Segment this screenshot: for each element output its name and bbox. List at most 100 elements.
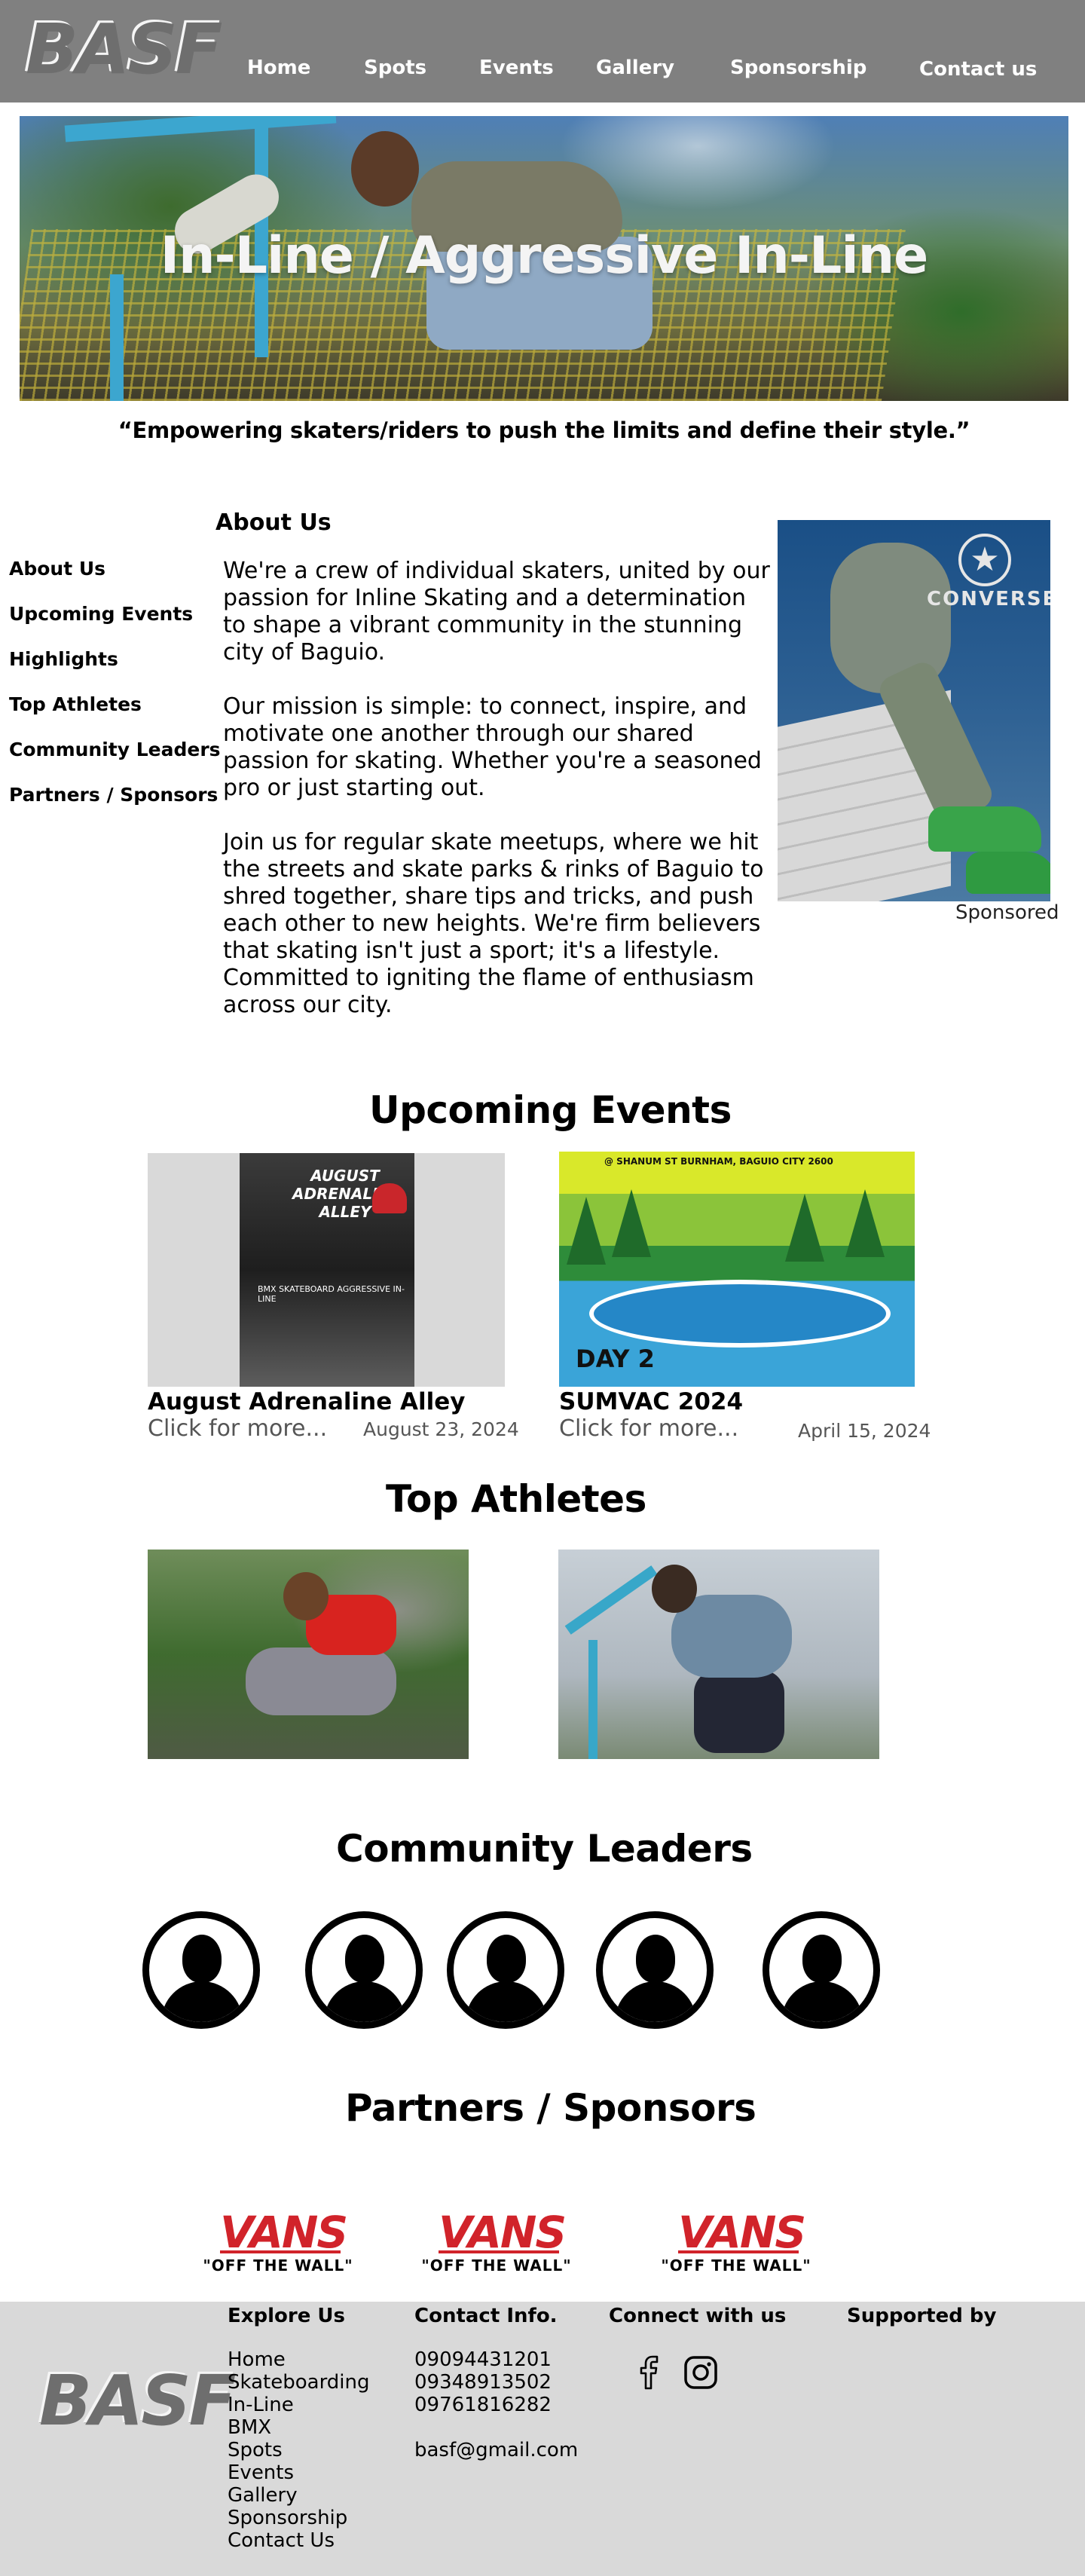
athlete-rail (564, 1565, 658, 1635)
vans-wordmark: VANS (220, 2207, 348, 2258)
athlete-photo[interactable] (558, 1550, 879, 1759)
converse-logo-text: CONVERSE (927, 588, 1050, 610)
athlete-rail (588, 1640, 598, 1759)
event-date: April 15, 2024 (798, 1420, 931, 1442)
footer-contact-heading: Contact Info. (414, 2305, 558, 2327)
vans-logo[interactable]: VANS "OFF THE WALL" (416, 2210, 577, 2276)
poster-photo: AUGUST ADRENALINE ALLEY BMX SKATEBOARD A… (240, 1153, 414, 1387)
poster-artwork: @ SHANUM ST BURNHAM, BAGUIO CITY 2600 DA… (559, 1152, 915, 1387)
athlete-body (671, 1595, 792, 1678)
event-poster: AUGUST ADRENALINE ALLEY BMX SKATEBOARD A… (148, 1153, 505, 1387)
footer-link-bmx[interactable]: BMX (228, 2416, 271, 2439)
instagram-icon[interactable] (683, 2354, 719, 2391)
avatar-body (781, 1981, 863, 2022)
leader-avatar[interactable] (763, 1911, 880, 2029)
vans-tagline: "OFF THE WALL" (203, 2256, 353, 2275)
leader-avatar[interactable] (142, 1911, 260, 2029)
vans-underline (439, 2250, 559, 2253)
hero-tagline: “Empowering skaters/riders to push the l… (118, 418, 970, 443)
vans-tagline: "OFF THE WALL" (421, 2256, 572, 2275)
footer-connect-heading: Connect with us (609, 2305, 787, 2327)
leader-avatar[interactable] (447, 1911, 564, 2029)
sidebar-item-top-athletes[interactable]: Top Athletes (9, 693, 142, 715)
avatar-head (487, 1935, 526, 1983)
nav-gallery[interactable]: Gallery (596, 56, 674, 80)
footer-explore-heading: Explore Us (228, 2305, 346, 2327)
about-paragraph-2: Our mission is simple: to connect, inspi… (223, 693, 762, 801)
footer-email[interactable]: basf@gmail.com (414, 2439, 578, 2461)
vans-wordmark: VANS (678, 2207, 806, 2258)
sidebar-item-community-leaders[interactable]: Community Leaders (9, 739, 221, 760)
poster-tree (845, 1189, 885, 1257)
footer-link-in-line[interactable]: In-Line (228, 2394, 294, 2416)
athlete-pants (694, 1670, 784, 1753)
avatar-head (345, 1935, 384, 1983)
event-title: August Adrenaline Alley (148, 1388, 466, 1415)
footer-link-spots[interactable]: Spots (228, 2439, 283, 2461)
footer-logo[interactable]: BASF (38, 2362, 234, 2437)
poster-tree (785, 1194, 824, 1262)
poster-categories: BMX SKATEBOARD AGGRESSIVE IN-LINE (258, 1284, 405, 1304)
footer-link-skateboarding[interactable]: Skateboarding (228, 2371, 370, 2394)
about-paragraph-3: Join us for regular skate meetups, where… (223, 829, 764, 1018)
poster-tree (612, 1189, 651, 1257)
hero-title: In-Line / Aggressive In-Line (160, 226, 928, 286)
nav-spots[interactable]: Spots (364, 56, 426, 80)
facebook-icon[interactable] (631, 2354, 668, 2391)
footer-link-contact-us[interactable]: Contact Us (228, 2529, 335, 2552)
site-logo[interactable]: BASF (24, 11, 221, 86)
about-heading: About Us (215, 509, 332, 536)
sidebar-item-about-us[interactable]: About Us (9, 558, 105, 580)
athletes-heading: Top Athletes (386, 1477, 646, 1521)
event-card[interactable]: @ SHANUM ST BURNHAM, BAGUIO CITY 2600 DA… (559, 1152, 931, 1446)
sponsor-ad-image[interactable]: ★ CONVERSE (778, 520, 1050, 901)
converse-star-icon: ★ (958, 534, 1011, 586)
poster-tree (567, 1197, 606, 1265)
vans-logo[interactable]: VANS "OFF THE WALL" (656, 2207, 817, 2276)
ad-shoe (928, 806, 1041, 852)
nav-home[interactable]: Home (247, 56, 310, 80)
nav-sponsorship[interactable]: Sponsorship (730, 56, 866, 80)
footer-link-sponsorship[interactable]: Sponsorship (228, 2507, 347, 2529)
vans-logo[interactable]: VANS "OFF THE WALL" (197, 2207, 359, 2276)
poster-address: @ SHANUM ST BURNHAM, BAGUIO CITY 2600 (604, 1156, 833, 1167)
hero-banner: In-Line / Aggressive In-Line (20, 116, 1068, 401)
footer-phone: 09761816282 (414, 2394, 552, 2416)
site-header: BASF Home Spots Events Gallery Sponsorsh… (0, 0, 1085, 102)
leader-avatar[interactable] (596, 1911, 714, 2029)
athlete-pants (246, 1647, 396, 1715)
vans-underline (678, 2250, 799, 2253)
nav-contact-us[interactable]: Contact us (919, 57, 1037, 81)
footer-link-gallery[interactable]: Gallery (228, 2484, 298, 2507)
footer-phone: 09348913502 (414, 2371, 552, 2394)
athlete-photo[interactable] (148, 1550, 469, 1759)
event-poster: @ SHANUM ST BURNHAM, BAGUIO CITY 2600 DA… (559, 1152, 915, 1387)
avatar-head (636, 1935, 675, 1983)
event-more-link[interactable]: Click for more... (559, 1415, 738, 1442)
sidebar-item-upcoming-events[interactable]: Upcoming Events (9, 603, 193, 625)
hero-rail (64, 116, 337, 142)
events-heading: Upcoming Events (369, 1088, 732, 1132)
event-title: SUMVAC 2024 (559, 1388, 744, 1415)
poster-day: DAY 2 (576, 1345, 655, 1373)
footer-phone: 09094431201 (414, 2348, 552, 2371)
footer-link-home[interactable]: Home (228, 2348, 286, 2371)
sidebar-item-partners-sponsors[interactable]: Partners / Sponsors (9, 784, 218, 806)
ad-shoe (966, 852, 1050, 894)
sidebar-item-highlights[interactable]: Highlights (9, 648, 118, 670)
footer-link-events[interactable]: Events (228, 2461, 294, 2484)
leaders-heading: Community Leaders (336, 1827, 753, 1871)
event-card[interactable]: AUGUST ADRENALINE ALLEY BMX SKATEBOARD A… (148, 1153, 519, 1447)
nav-events[interactable]: Events (479, 56, 554, 80)
vans-tagline: "OFF THE WALL" (661, 2256, 811, 2275)
avatar-head (182, 1935, 222, 1983)
leader-avatar[interactable] (305, 1911, 423, 2029)
about-paragraph-1: We're a crew of individual skaters, unit… (223, 558, 770, 665)
avatar-body (466, 1981, 547, 2022)
poster-ramp (589, 1280, 891, 1348)
footer-supported-heading: Supported by (847, 2305, 997, 2327)
avatar-body (161, 1981, 243, 2022)
athlete-head (652, 1565, 697, 1613)
sponsors-heading: Partners / Sponsors (345, 2086, 756, 2130)
event-more-link[interactable]: Click for more... (148, 1415, 327, 1442)
